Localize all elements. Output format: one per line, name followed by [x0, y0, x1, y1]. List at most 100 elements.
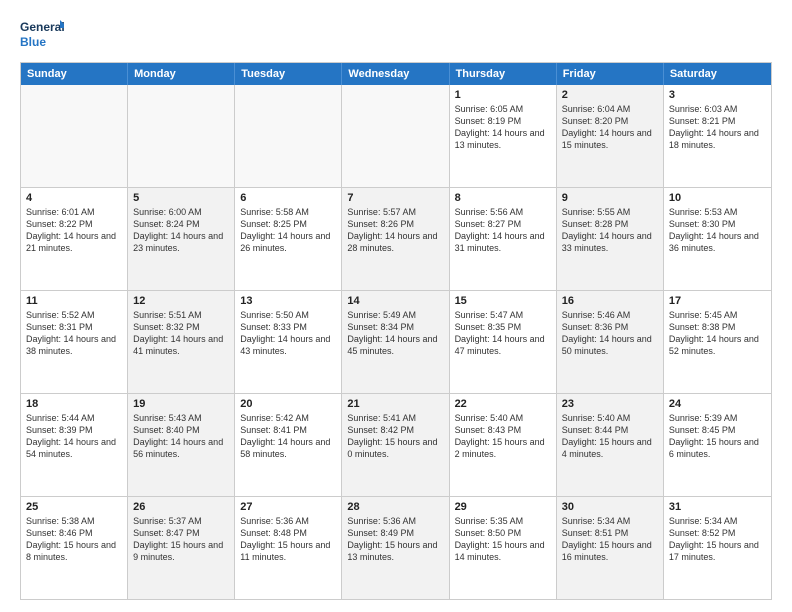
empty-cell	[342, 85, 449, 187]
day-info: Sunrise: 5:40 AM Sunset: 8:44 PM Dayligh…	[562, 412, 658, 461]
day-cell: 2 Sunrise: 6:04 AM Sunset: 8:20 PM Daylig…	[557, 85, 664, 187]
calendar-body: 1 Sunrise: 6:05 AM Sunset: 8:19 PM Daylig…	[21, 85, 771, 599]
day-number: 24	[669, 398, 766, 410]
day-number: 13	[240, 295, 336, 307]
day-number: 9	[562, 192, 658, 204]
empty-cell	[21, 85, 128, 187]
day-number: 22	[455, 398, 551, 410]
svg-text:Blue: Blue	[20, 35, 46, 49]
day-cell: 28 Sunrise: 5:36 AM Sunset: 8:49 PM Dayli…	[342, 497, 449, 599]
day-cell: 23 Sunrise: 5:40 AM Sunset: 8:44 PM Dayli…	[557, 394, 664, 496]
day-cell: 3 Sunrise: 6:03 AM Sunset: 8:21 PM Daylig…	[664, 85, 771, 187]
day-info: Sunrise: 5:55 AM Sunset: 8:28 PM Dayligh…	[562, 206, 658, 255]
day-number: 11	[26, 295, 122, 307]
day-info: Sunrise: 5:36 AM Sunset: 8:48 PM Dayligh…	[240, 515, 336, 564]
day-cell: 18 Sunrise: 5:44 AM Sunset: 8:39 PM Dayli…	[21, 394, 128, 496]
calendar-day-header: Monday	[128, 63, 235, 85]
day-number: 30	[562, 501, 658, 513]
day-info: Sunrise: 6:00 AM Sunset: 8:24 PM Dayligh…	[133, 206, 229, 255]
day-cell: 13Sunrise: 5:50 AM Sunset: 8:33 PM Dayli…	[235, 291, 342, 393]
day-number: 25	[26, 501, 122, 513]
day-number: 8	[455, 192, 551, 204]
day-info: Sunrise: 5:41 AM Sunset: 8:42 PM Dayligh…	[347, 412, 443, 461]
day-number: 29	[455, 501, 551, 513]
day-number: 4	[26, 192, 122, 204]
day-cell: 27 Sunrise: 5:36 AM Sunset: 8:48 PM Dayli…	[235, 497, 342, 599]
day-cell: 21 Sunrise: 5:41 AM Sunset: 8:42 PM Dayli…	[342, 394, 449, 496]
day-info: Sunrise: 6:05 AM Sunset: 8:19 PM Dayligh…	[455, 103, 551, 152]
logo-svg: General Blue	[20, 16, 64, 52]
day-number: 31	[669, 501, 766, 513]
day-cell: 17 Sunrise: 5:45 AM Sunset: 8:38 PM Dayli…	[664, 291, 771, 393]
day-info: Sunrise: 5:34 AM Sunset: 8:51 PM Dayligh…	[562, 515, 658, 564]
day-number: 28	[347, 501, 443, 513]
day-number: 18	[26, 398, 122, 410]
calendar-day-header: Thursday	[450, 63, 557, 85]
day-info: Sunrise: 5:40 AM Sunset: 8:43 PM Dayligh…	[455, 412, 551, 461]
day-number: 15	[455, 295, 551, 307]
calendar: SundayMondayTuesdayWednesdayThursdayFrid…	[20, 62, 772, 600]
day-info: Sunrise: 5:45 AM Sunset: 8:38 PM Dayligh…	[669, 309, 766, 358]
day-number: 6	[240, 192, 336, 204]
day-info: Sunrise: 6:01 AM Sunset: 8:22 PM Dayligh…	[26, 206, 122, 255]
day-number: 23	[562, 398, 658, 410]
day-cell: 19Sunrise: 5:43 AM Sunset: 8:40 PM Dayli…	[128, 394, 235, 496]
header: General Blue	[20, 16, 772, 52]
day-info: Sunrise: 5:46 AM Sunset: 8:36 PM Dayligh…	[562, 309, 658, 358]
day-info: Sunrise: 5:58 AM Sunset: 8:25 PM Dayligh…	[240, 206, 336, 255]
day-info: Sunrise: 5:42 AM Sunset: 8:41 PM Dayligh…	[240, 412, 336, 461]
day-cell: 15 Sunrise: 5:47 AM Sunset: 8:35 PM Dayli…	[450, 291, 557, 393]
day-info: Sunrise: 5:36 AM Sunset: 8:49 PM Dayligh…	[347, 515, 443, 564]
day-cell: 11 Sunrise: 5:52 AM Sunset: 8:31 PM Dayli…	[21, 291, 128, 393]
day-info: Sunrise: 5:52 AM Sunset: 8:31 PM Dayligh…	[26, 309, 122, 358]
day-number: 3	[669, 89, 766, 101]
day-info: Sunrise: 5:47 AM Sunset: 8:35 PM Dayligh…	[455, 309, 551, 358]
empty-cell	[128, 85, 235, 187]
calendar-row: 4 Sunrise: 6:01 AM Sunset: 8:22 PM Daylig…	[21, 187, 771, 290]
day-info: Sunrise: 5:49 AM Sunset: 8:34 PM Dayligh…	[347, 309, 443, 358]
calendar-day-header: Tuesday	[235, 63, 342, 85]
day-cell: 8 Sunrise: 5:56 AM Sunset: 8:27 PM Daylig…	[450, 188, 557, 290]
day-info: Sunrise: 6:04 AM Sunset: 8:20 PM Dayligh…	[562, 103, 658, 152]
day-cell: 29Sunrise: 5:35 AM Sunset: 8:50 PM Dayli…	[450, 497, 557, 599]
day-number: 16	[562, 295, 658, 307]
calendar-header: SundayMondayTuesdayWednesdayThursdayFrid…	[21, 63, 771, 85]
day-cell: 5 Sunrise: 6:00 AM Sunset: 8:24 PM Daylig…	[128, 188, 235, 290]
day-info: Sunrise: 5:38 AM Sunset: 8:46 PM Dayligh…	[26, 515, 122, 564]
day-number: 12	[133, 295, 229, 307]
page: General Blue SundayMondayTuesdayWednesda…	[0, 0, 792, 612]
calendar-day-header: Sunday	[21, 63, 128, 85]
day-cell: 31 Sunrise: 5:34 AM Sunset: 8:52 PM Dayli…	[664, 497, 771, 599]
day-info: Sunrise: 5:44 AM Sunset: 8:39 PM Dayligh…	[26, 412, 122, 461]
calendar-row: 1 Sunrise: 6:05 AM Sunset: 8:19 PM Daylig…	[21, 85, 771, 187]
day-number: 1	[455, 89, 551, 101]
day-cell: 20Sunrise: 5:42 AM Sunset: 8:41 PM Dayli…	[235, 394, 342, 496]
day-cell: 4 Sunrise: 6:01 AM Sunset: 8:22 PM Daylig…	[21, 188, 128, 290]
day-info: Sunrise: 5:34 AM Sunset: 8:52 PM Dayligh…	[669, 515, 766, 564]
day-info: Sunrise: 5:53 AM Sunset: 8:30 PM Dayligh…	[669, 206, 766, 255]
day-info: Sunrise: 5:56 AM Sunset: 8:27 PM Dayligh…	[455, 206, 551, 255]
day-number: 14	[347, 295, 443, 307]
day-cell: 7 Sunrise: 5:57 AM Sunset: 8:26 PM Daylig…	[342, 188, 449, 290]
calendar-day-header: Saturday	[664, 63, 771, 85]
calendar-row: 18 Sunrise: 5:44 AM Sunset: 8:39 PM Dayli…	[21, 393, 771, 496]
day-number: 21	[347, 398, 443, 410]
day-number: 27	[240, 501, 336, 513]
day-number: 2	[562, 89, 658, 101]
day-cell: 14 Sunrise: 5:49 AM Sunset: 8:34 PM Dayli…	[342, 291, 449, 393]
day-cell: 12Sunrise: 5:51 AM Sunset: 8:32 PM Dayli…	[128, 291, 235, 393]
day-number: 17	[669, 295, 766, 307]
day-info: Sunrise: 5:57 AM Sunset: 8:26 PM Dayligh…	[347, 206, 443, 255]
calendar-day-header: Friday	[557, 63, 664, 85]
calendar-day-header: Wednesday	[342, 63, 449, 85]
day-number: 26	[133, 501, 229, 513]
day-number: 5	[133, 192, 229, 204]
day-cell: 10Sunrise: 5:53 AM Sunset: 8:30 PM Dayli…	[664, 188, 771, 290]
day-cell: 1 Sunrise: 6:05 AM Sunset: 8:19 PM Daylig…	[450, 85, 557, 187]
day-info: Sunrise: 6:03 AM Sunset: 8:21 PM Dayligh…	[669, 103, 766, 152]
logo: General Blue	[20, 16, 64, 52]
day-cell: 25 Sunrise: 5:38 AM Sunset: 8:46 PM Dayli…	[21, 497, 128, 599]
day-number: 7	[347, 192, 443, 204]
day-cell: 9 Sunrise: 5:55 AM Sunset: 8:28 PM Daylig…	[557, 188, 664, 290]
day-cell: 6 Sunrise: 5:58 AM Sunset: 8:25 PM Daylig…	[235, 188, 342, 290]
